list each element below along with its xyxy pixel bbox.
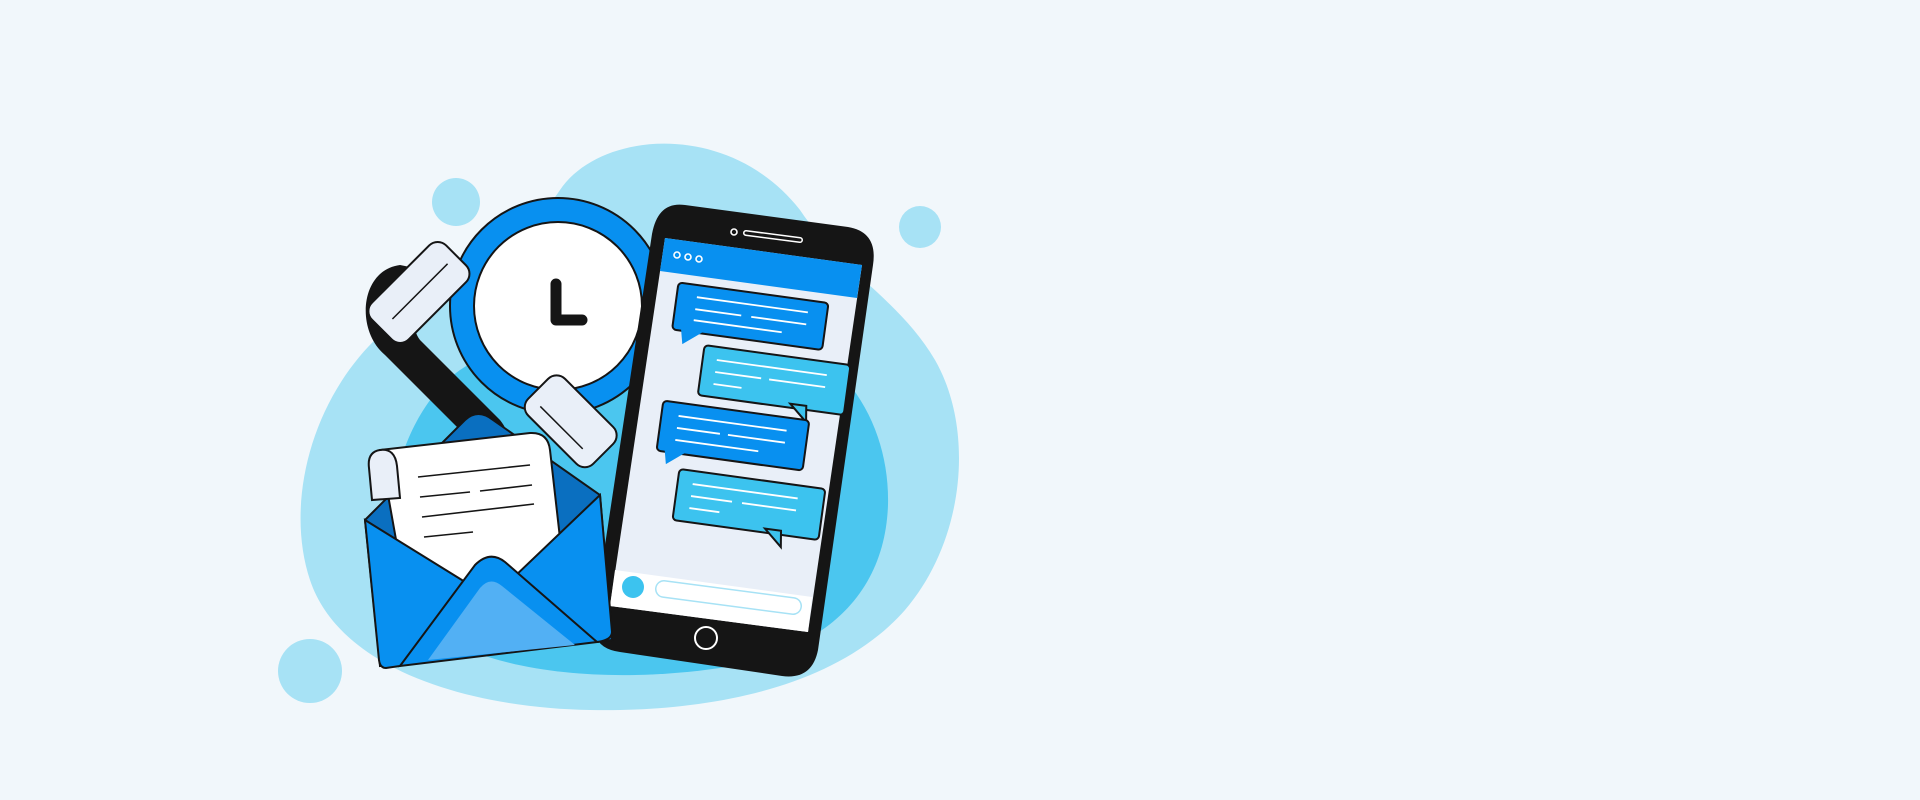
bubble-decor bbox=[899, 206, 941, 248]
bubble-decor bbox=[278, 639, 342, 703]
letter-roll bbox=[367, 448, 402, 502]
messaging-illustration bbox=[278, 143, 959, 711]
hero-canvas bbox=[0, 0, 1920, 800]
bubble-decor bbox=[432, 178, 480, 226]
send-avatar bbox=[622, 576, 644, 598]
